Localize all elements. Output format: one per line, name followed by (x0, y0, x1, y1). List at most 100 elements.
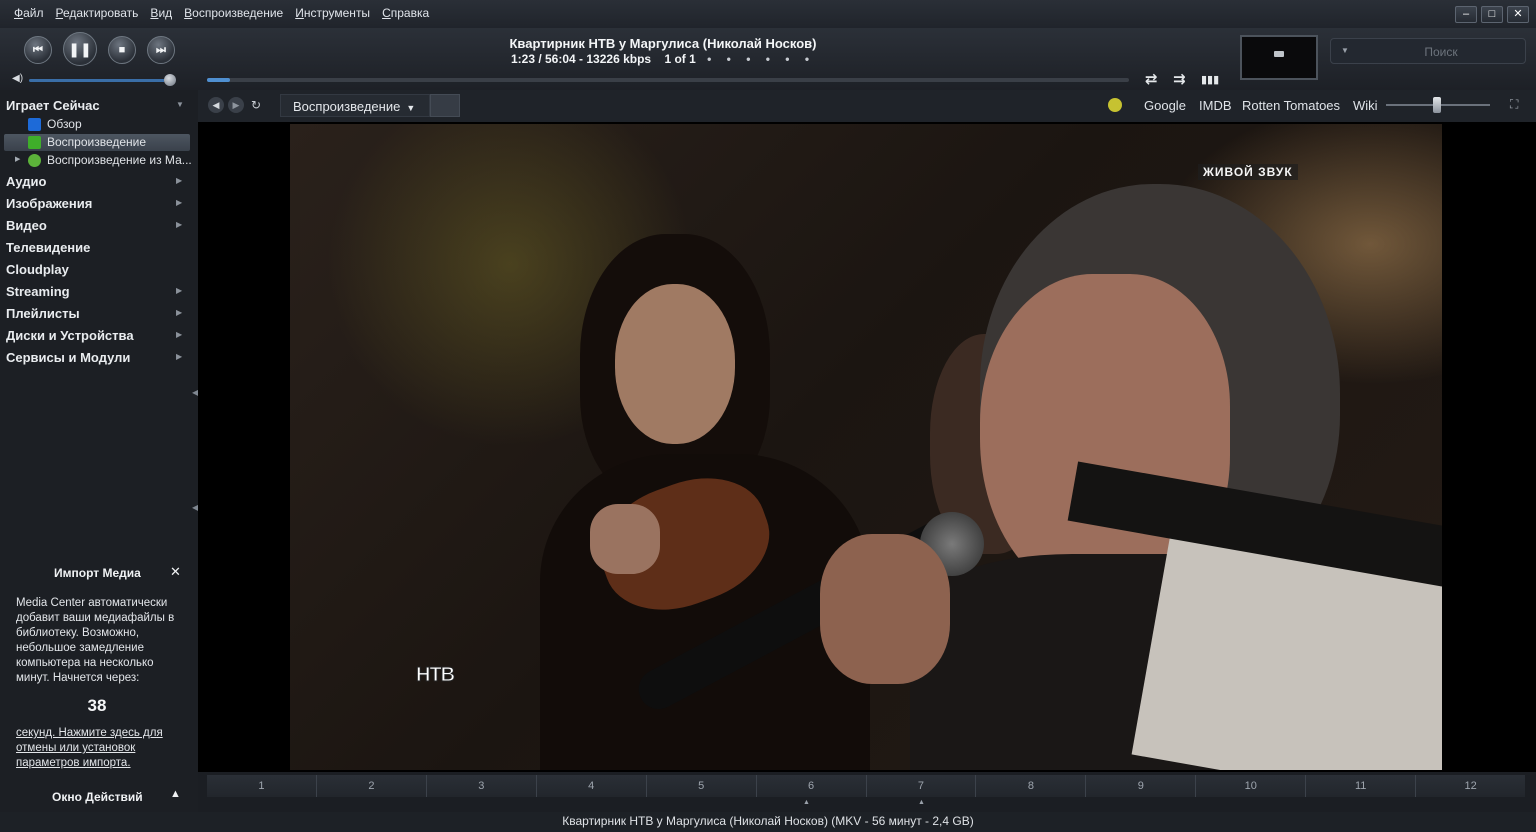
tree-cloudplay[interactable]: Cloudplay (6, 262, 69, 277)
playback-time: 1:23 / 56:04 (510, 52, 576, 66)
chapter-10[interactable]: 10 (1195, 775, 1306, 797)
shuffle-icon[interactable]: ⇉ (1173, 70, 1186, 88)
expand-arrow-icon[interactable]: ▶ (15, 155, 20, 163)
chapter-8[interactable]: 8 (975, 775, 1086, 797)
now-playing-info: 1:23 / 56:04 - 13226 kbps 1 of 1 • • • •… (463, 52, 863, 66)
content-toolbar: ◀ ▶ ↻ Воспроизведение ▼ Google IMDB Rotte… (198, 90, 1536, 122)
equalizer-icon[interactable]: ▮▮▮ (1201, 73, 1219, 86)
chapter-12[interactable]: 12 (1415, 775, 1526, 797)
refresh-icon[interactable]: ↻ (248, 97, 264, 113)
seek-bar-progress (207, 78, 231, 82)
transport-bar: ⏮ ❚❚ ■ ⏭ ◀) Квартирник НТВ у Маргулиса (… (0, 28, 1536, 90)
chapter-4[interactable]: 4 (535, 775, 646, 797)
menu-edit[interactable]: Редактировать (50, 6, 145, 20)
tree-services-plugins[interactable]: Сервисы и Модули (6, 350, 130, 365)
link-imdb[interactable]: IMDB (1199, 98, 1232, 113)
search-box: ▼ (1330, 38, 1526, 64)
link-google[interactable]: Google (1144, 98, 1186, 113)
expand-arrow-icon[interactable]: ▶ (176, 352, 182, 361)
link-rotten-tomatoes[interactable]: Rotten Tomatoes (1242, 98, 1340, 113)
tree-drives-devices[interactable]: Диски и Устройства (6, 328, 134, 343)
volume-slider-handle[interactable] (164, 74, 176, 86)
minimize-button[interactable]: – (1455, 6, 1477, 23)
search-input[interactable] (1361, 43, 1521, 60)
close-button[interactable]: ✕ (1507, 6, 1529, 23)
menu-help[interactable]: Справка (376, 6, 435, 20)
action-window-title[interactable]: Окно Действий (52, 790, 143, 804)
status-indicator-icon[interactable] (1108, 98, 1122, 112)
tree-television[interactable]: Телевидение (6, 240, 90, 255)
previous-track-button[interactable]: ⏮ (24, 36, 52, 64)
chapter-7[interactable]: 7 (865, 775, 976, 797)
chapter-2[interactable]: 2 (315, 775, 426, 797)
stop-button[interactable]: ■ (108, 36, 136, 64)
expand-arrow-icon[interactable]: ▶ (176, 330, 182, 339)
video-area[interactable]: ЖИВОЙ ЗВУК НТВ (198, 122, 1536, 772)
video-figure (590, 504, 660, 574)
zoom-slider-handle[interactable] (1432, 97, 1441, 113)
new-tab-button[interactable] (430, 94, 460, 117)
link-wiki[interactable]: Wiki (1353, 98, 1378, 113)
expand-arrow-icon[interactable]: ▶ (176, 286, 182, 295)
now-playing-title: Квартирник НТВ у Маргулиса (Николай Носк… (509, 36, 817, 51)
next-track-button[interactable]: ⏭ (147, 36, 175, 64)
playlist-position: 1 of 1 (664, 52, 696, 66)
blue-play-icon (28, 118, 41, 131)
import-media-panel: Импорт Медиа ✕ Media Center автоматическ… (0, 560, 198, 800)
chapter-11[interactable]: 11 (1305, 775, 1416, 797)
tree-audio[interactable]: Аудио (6, 174, 46, 189)
menu-tools[interactable]: Инструменты (289, 6, 376, 20)
speaker-icon[interactable]: ◀) (12, 73, 23, 84)
menu-view[interactable]: Вид (144, 6, 178, 20)
tree-item-overview[interactable]: Обзор (4, 116, 190, 133)
tree-video[interactable]: Видео (6, 218, 47, 233)
menu-list: Файл Редактировать Вид Воспроизведение И… (8, 6, 435, 20)
tree-images[interactable]: Изображения (6, 196, 92, 211)
view-dropdown[interactable]: Воспроизведение ▼ (280, 94, 430, 117)
expand-arrow-icon[interactable]: ▶ (176, 308, 182, 317)
volume-slider[interactable] (29, 79, 171, 82)
menu-file[interactable]: Файл (8, 6, 50, 20)
close-icon[interactable]: ✕ (170, 564, 181, 580)
chapter-bar: 1 2 3 4 5 6 7 8 9 10 11 12 ▲ ▲ (198, 772, 1536, 812)
marker-arrow-icon[interactable]: ▲ (918, 799, 925, 806)
fullscreen-icon[interactable]: ⛶ (1510, 97, 1518, 112)
import-countdown: 38 (87, 696, 107, 715)
repeat-icon[interactable]: ⇄ (1145, 70, 1158, 88)
channel-logo: НТВ (415, 664, 455, 687)
import-description: Media Center автоматически добавит ваши … (16, 597, 175, 684)
pause-button[interactable]: ❚❚ (63, 32, 97, 66)
status-bar: Квартирник НТВ у Маргулиса (Николай Носк… (0, 812, 1536, 832)
video-thumbnail[interactable] (1240, 35, 1318, 80)
menu-bar: Файл Редактировать Вид Воспроизведение И… (0, 0, 1536, 28)
bitrate: 13226 kbps (586, 52, 652, 66)
collapse-arrow-icon[interactable]: ▼ (176, 100, 184, 109)
tree-item-playback[interactable]: Воспроизведение (4, 134, 190, 151)
chapter-list: 1 2 3 4 5 6 7 8 9 10 11 12 (207, 775, 1526, 797)
expand-arrow-icon[interactable]: ▶ (176, 198, 182, 207)
chapter-9[interactable]: 9 (1085, 775, 1196, 797)
search-scope-dropdown-icon[interactable]: ▼ (1341, 46, 1349, 55)
back-icon[interactable]: ◀ (208, 97, 224, 113)
expand-arrow-icon[interactable]: ▶ (176, 220, 182, 229)
tree-item-playback-from[interactable]: ▶ Воспроизведение из Ма... (4, 152, 192, 169)
expand-arrow-icon[interactable]: ▶ (176, 176, 182, 185)
tree-playlists[interactable]: Плейлисты (6, 306, 80, 321)
import-panel-title: Импорт Медиа (54, 566, 141, 580)
marker-arrow-icon[interactable]: ▲ (803, 799, 810, 806)
chapter-5[interactable]: 5 (645, 775, 756, 797)
tree-now-playing[interactable]: Играет Сейчас (6, 98, 100, 113)
maximize-button[interactable]: □ (1481, 6, 1503, 23)
chapter-6[interactable]: 6 (755, 775, 866, 797)
menu-playback[interactable]: Воспроизведение (178, 6, 289, 20)
chapter-3[interactable]: 3 (425, 775, 536, 797)
rating-dots[interactable]: • • • • • • (707, 52, 815, 66)
tree-streaming[interactable]: Streaming (6, 284, 70, 299)
seek-bar[interactable] (207, 78, 1129, 82)
chevron-up-icon[interactable]: ▲ (170, 788, 181, 800)
chapter-1[interactable]: 1 (207, 775, 316, 797)
green-play-icon (28, 136, 41, 149)
forward-icon[interactable]: ▶ (228, 97, 244, 113)
import-settings-link[interactable]: секунд. Нажмите здесь для отмены или уст… (16, 726, 186, 771)
thumbnail-logo (1274, 51, 1284, 57)
